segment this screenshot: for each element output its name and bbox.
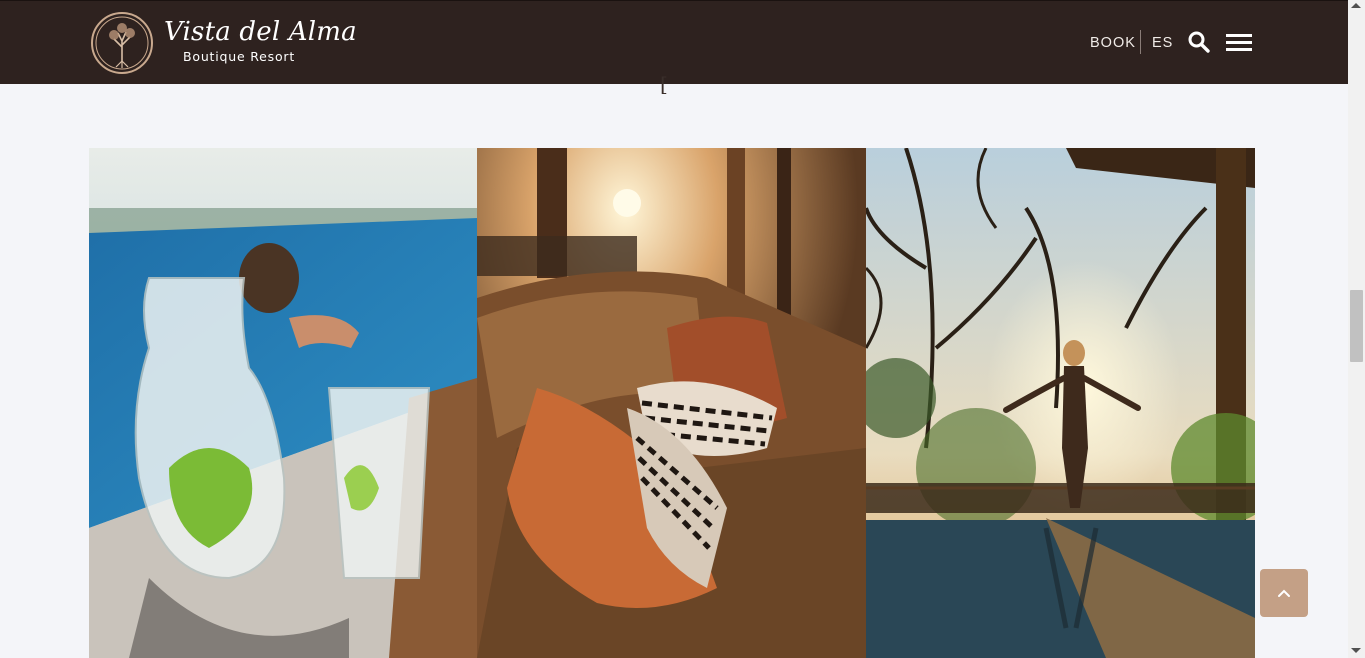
- brand-name[interactable]: Vista del Alma: [164, 17, 357, 47]
- section-heading-fragment: [: [660, 72, 668, 96]
- scroll-up-arrow-icon[interactable]: [1351, 3, 1361, 8]
- site-header: Vista del Alma Boutique Resort BOOK ES: [0, 0, 1348, 84]
- nav-divider: [1140, 30, 1141, 54]
- gallery-photo-sofa[interactable]: [477, 148, 866, 658]
- hamburger-menu-icon[interactable]: [1226, 34, 1252, 52]
- gallery-photo-sunset-deck[interactable]: [866, 148, 1255, 658]
- scroll-down-arrow-icon[interactable]: [1351, 648, 1361, 653]
- tree-logo-icon[interactable]: [90, 11, 154, 75]
- gallery-photo-carafe[interactable]: [89, 148, 477, 658]
- book-link[interactable]: BOOK: [1090, 35, 1136, 51]
- search-icon[interactable]: [1187, 30, 1211, 54]
- back-to-top-button[interactable]: [1260, 569, 1308, 617]
- photo-gallery: [89, 148, 1255, 658]
- brand-tagline: Boutique Resort: [183, 49, 296, 64]
- language-switch-es[interactable]: ES: [1152, 35, 1173, 51]
- scrollbar-thumb[interactable]: [1350, 290, 1363, 362]
